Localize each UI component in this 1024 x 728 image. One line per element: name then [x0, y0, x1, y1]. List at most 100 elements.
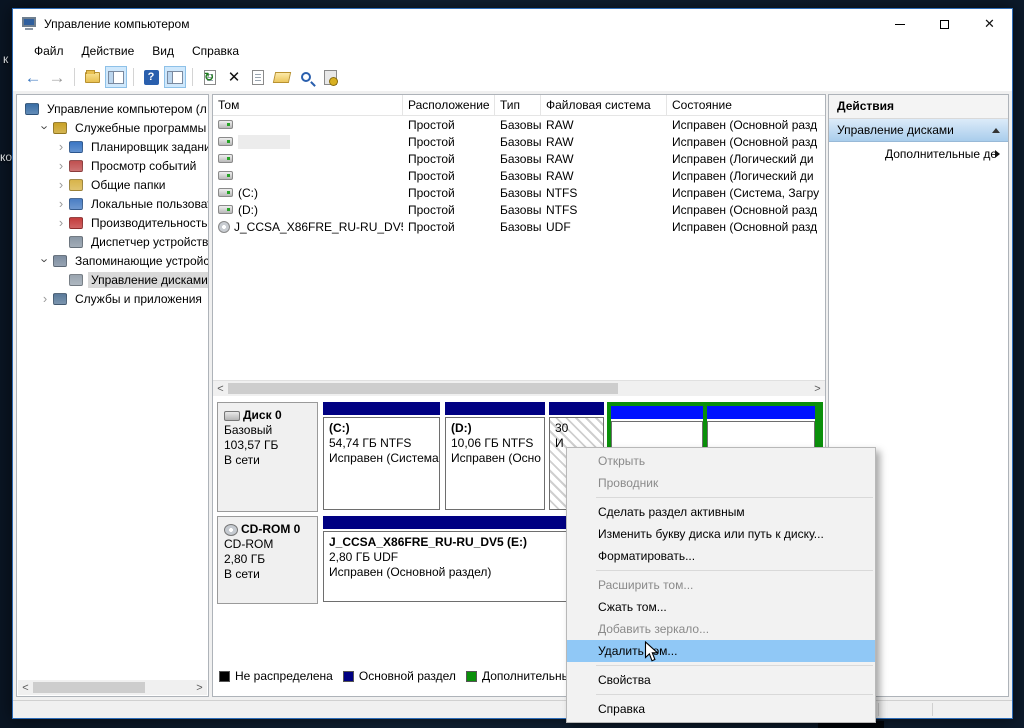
help-icon[interactable]: ?: [140, 66, 162, 88]
tree-item-4[interactable]: › Общие папки: [17, 175, 208, 194]
chevron-right-icon[interactable]: ›: [37, 292, 53, 305]
scroll-right-icon[interactable]: >: [810, 383, 825, 395]
primary-partition[interactable]: (C:)54,74 ГБ NTFSИсправен (Система: [323, 402, 440, 512]
scroll-right-icon[interactable]: >: [192, 682, 207, 694]
disk-label-box[interactable]: Диск 0Базовый103,57 ГБВ сети: [217, 402, 318, 512]
toolbar-separator: [192, 68, 193, 86]
column-header-2[interactable]: Тип: [495, 95, 541, 115]
volume-row-1[interactable]: ПростойБазовыйRAWИсправен (Основной разд: [213, 133, 825, 150]
legend-item-1: Основной раздел: [333, 669, 456, 683]
tree-item-7[interactable]: Диспетчер устройств: [17, 232, 208, 251]
volume-box[interactable]: (C:)54,74 ГБ NTFSИсправен (Система: [323, 417, 440, 510]
view-icon[interactable]: [295, 66, 317, 88]
volume-status-cell: Исправен (Основной разд: [667, 218, 825, 235]
context-menu-item-3[interactable]: Сделать раздел активным: [567, 501, 875, 523]
primary-partition[interactable]: (D:)10,06 ГБ NTFSИсправен (Осно: [445, 402, 545, 512]
disk-status: В сети: [224, 453, 313, 468]
context-menu-item-4[interactable]: Изменить букву диска или путь к диску...: [567, 523, 875, 545]
chevron-down-icon[interactable]: ›: [39, 120, 52, 136]
volume-row-6[interactable]: J_CCSA_X86FRE_RU-RU_DV5 (E:)ПростойБазов…: [213, 218, 825, 235]
volume-fs-cell: NTFS: [541, 184, 667, 201]
tree-item-3[interactable]: ›Просмотр событий: [17, 156, 208, 175]
tree-item-8[interactable]: ›Запоминающие устройст: [17, 251, 208, 270]
storage-icon: [53, 255, 67, 267]
tree-horizontal-scrollbar[interactable]: < >: [18, 680, 207, 695]
chevron-right-icon[interactable]: ›: [53, 140, 69, 153]
context-menu-item-10[interactable]: Удалить том...: [567, 640, 875, 662]
desktop-icon-label-fragment: ко: [0, 150, 12, 164]
tree-item-5[interactable]: ›Локальные пользовате: [17, 194, 208, 213]
open-folder-icon[interactable]: [271, 66, 293, 88]
volume-row-0[interactable]: ПростойБазовыйRAWИсправен (Основной разд: [213, 116, 825, 133]
maximize-button[interactable]: [922, 9, 967, 39]
volume-fs-cell: RAW: [541, 116, 667, 133]
partition-legend: Не распределенаОсновной разделДополнител…: [219, 669, 570, 683]
chevron-right-icon[interactable]: ›: [53, 178, 69, 191]
tree-item-2[interactable]: ›Планировщик заданий: [17, 137, 208, 156]
forward-icon[interactable]: →: [46, 66, 68, 88]
menubar-item-0[interactable]: Файл: [25, 41, 73, 61]
actions-more-item[interactable]: Дополнительные дей...: [829, 142, 1008, 166]
column-header-0[interactable]: Том: [213, 95, 403, 115]
tree-item-0[interactable]: Управление компьютером (л: [17, 99, 208, 118]
console-tree-panel: Управление компьютером (л›Служебные прог…: [16, 94, 209, 697]
volume-row-5[interactable]: (D:)ПростойБазовыйNTFSИсправен (Основной…: [213, 201, 825, 218]
context-menu-item-5[interactable]: Форматировать...: [567, 545, 875, 567]
disk-label-box[interactable]: CD-ROM 0CD-ROM2,80 ГБВ сети: [217, 516, 318, 604]
minimize-button[interactable]: [877, 9, 922, 39]
local-users-icon: [69, 198, 83, 210]
action-pane-icon[interactable]: [164, 66, 186, 88]
scrollbar-thumb[interactable]: [33, 682, 145, 693]
collapse-icon[interactable]: [992, 128, 1000, 133]
column-header-1[interactable]: Расположение: [403, 95, 495, 115]
menubar-item-3[interactable]: Справка: [183, 41, 248, 61]
console-tree-icon[interactable]: [105, 66, 127, 88]
volume-name: (C:): [238, 186, 258, 200]
menubar-item-1[interactable]: Действие: [73, 41, 144, 61]
chevron-right-icon[interactable]: ›: [53, 216, 69, 229]
close-button[interactable]: ✕: [967, 9, 1012, 39]
volume-location-cell: Простой: [403, 150, 495, 167]
tree-item-9[interactable]: Управление дисками: [17, 270, 208, 289]
volume-row-2[interactable]: ПростойБазовыйRAWИсправен (Логический ди: [213, 150, 825, 167]
tree-item-10[interactable]: ›Службы и приложения: [17, 289, 208, 308]
actions-group-disk-management[interactable]: Управление дисками: [829, 119, 1008, 142]
context-menu-item-1: Проводник: [567, 472, 875, 494]
properties-icon[interactable]: [247, 66, 269, 88]
back-icon[interactable]: ←: [22, 66, 44, 88]
column-header-4[interactable]: Состояние: [667, 95, 825, 115]
disk-volume-icon: [218, 188, 233, 197]
disk-name-text: Диск 0: [243, 408, 282, 423]
tree-item-6[interactable]: ›Производительность: [17, 213, 208, 232]
tree-item-label: Общие папки: [88, 177, 168, 193]
up-level-icon[interactable]: [81, 66, 103, 88]
volume-table-scrollbar[interactable]: < >: [213, 380, 825, 396]
context-menu-item-14[interactable]: Справка: [567, 698, 875, 720]
scroll-left-icon[interactable]: <: [213, 383, 228, 395]
window-title: Управление компьютером: [44, 17, 877, 31]
refresh-icon[interactable]: [199, 66, 221, 88]
column-header-3[interactable]: Файловая система: [541, 95, 667, 115]
context-menu-item-8[interactable]: Сжать том...: [567, 596, 875, 618]
volume-row-4[interactable]: (C:)ПростойБазовыйNTFSИсправен (Система,…: [213, 184, 825, 201]
tree-item-1[interactable]: ›Служебные программы: [17, 118, 208, 137]
toolbar-separator: [74, 68, 75, 86]
scroll-left-icon[interactable]: <: [18, 682, 33, 694]
volume-box[interactable]: (D:)10,06 ГБ NTFSИсправен (Осно: [445, 417, 545, 510]
chevron-down-icon[interactable]: ›: [39, 253, 52, 269]
volume-status-cell: Исправен (Логический ди: [667, 167, 825, 184]
delete-icon[interactable]: ✕: [223, 66, 245, 88]
chevron-right-icon[interactable]: ›: [53, 159, 69, 172]
volume-label: (C:): [329, 421, 434, 436]
volume-status: Исправен (Осно: [451, 451, 539, 466]
context-menu-item-12[interactable]: Свойства: [567, 669, 875, 691]
volume-size-fs: 30: [555, 421, 598, 436]
chevron-right-icon[interactable]: ›: [53, 197, 69, 210]
disk-tools-icon[interactable]: [319, 66, 341, 88]
shared-folders-icon: [69, 179, 83, 191]
cd-volume-icon: [218, 221, 230, 233]
menubar-item-2[interactable]: Вид: [143, 41, 183, 61]
volume-row-3[interactable]: ПростойБазовыйRAWИсправен (Логический ди: [213, 167, 825, 184]
scrollbar-thumb[interactable]: [228, 383, 618, 394]
tree-item-label: Управление дисками: [88, 272, 209, 288]
